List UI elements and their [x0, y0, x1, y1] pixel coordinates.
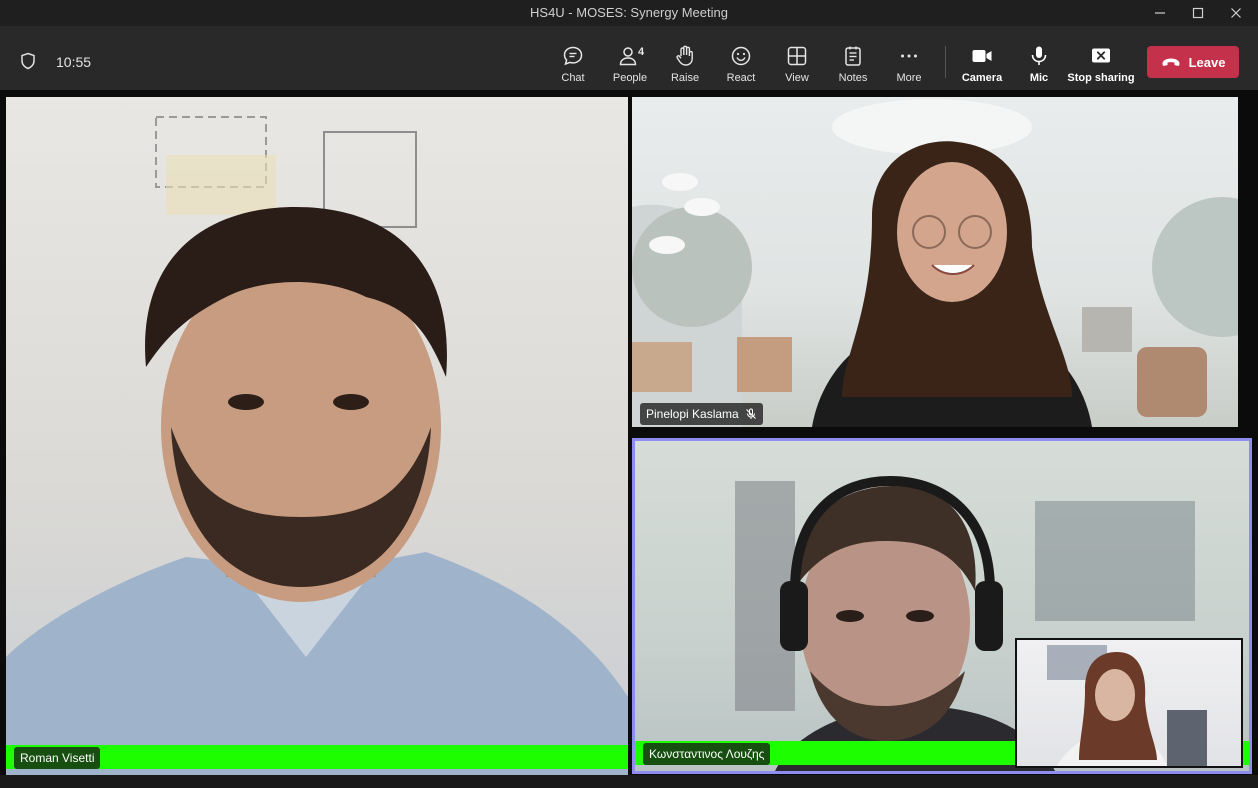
video-stage: Roman Visetti Pinelopi Kaslama Κωνσταντι… — [0, 90, 1258, 788]
grid-view-icon — [787, 46, 807, 66]
people-label: People — [612, 72, 648, 84]
participant-name-tag: Roman Visetti — [14, 747, 101, 769]
participant-video-pinelopi — [632, 99, 1238, 427]
hang-up-icon — [1162, 58, 1180, 66]
people-icon — [619, 47, 637, 66]
stop-sharing-label: Stop sharing — [1067, 72, 1135, 84]
mic-button[interactable]: Mic — [1024, 44, 1054, 88]
self-view-video[interactable] — [1015, 638, 1243, 768]
chat-label: Chat — [561, 72, 585, 84]
camera-label: Camera — [961, 72, 1003, 84]
chat-button[interactable]: Chat — [558, 44, 588, 88]
participant-video-roman — [6, 116, 628, 775]
mic-label: Mic — [1029, 72, 1049, 84]
video-camera-icon — [972, 50, 992, 62]
chat-icon — [563, 46, 583, 66]
smiley-icon — [731, 46, 751, 66]
title-bar: HS4U - MOSES: Synergy Meeting — [0, 0, 1258, 26]
camera-button[interactable]: Camera — [962, 44, 1002, 88]
meeting-time: 10:55 — [56, 54, 92, 70]
notes-icon — [845, 46, 861, 66]
more-label: More — [896, 72, 922, 84]
more-dots-icon — [901, 54, 917, 58]
raise-hand-button[interactable]: Raise — [670, 44, 700, 88]
participant-tile-roman[interactable]: Roman Visetti — [6, 97, 628, 775]
window-title: HS4U - MOSES: Synergy Meeting — [530, 5, 728, 20]
notes-button[interactable]: Notes — [838, 44, 868, 88]
people-button[interactable]: 4 People — [610, 44, 650, 88]
participant-name: Roman Visetti — [20, 751, 95, 765]
status-strip — [0, 775, 1258, 788]
view-label: View — [785, 72, 809, 84]
participant-name-tag: Κωνσταντινος Λουζης — [643, 743, 771, 765]
participant-name: Κωνσταντινος Λουζης — [649, 747, 765, 761]
people-count-badge: 4 — [637, 46, 645, 58]
stop-sharing-icon — [1092, 48, 1110, 63]
participant-tile-konstantinos[interactable]: Κωνσταντινος Λουζης — [632, 438, 1252, 774]
close-icon[interactable] — [1214, 0, 1258, 26]
participant-tile-pinelopi[interactable]: Pinelopi Kaslama — [632, 97, 1238, 427]
shield-icon[interactable] — [19, 52, 37, 70]
raise-label: Raise — [670, 72, 700, 84]
participant-name-tag: Pinelopi Kaslama — [640, 403, 763, 425]
raise-hand-icon — [676, 45, 693, 66]
react-button[interactable]: React — [726, 44, 756, 88]
leave-button[interactable]: Leave — [1147, 46, 1239, 78]
react-label: React — [726, 72, 756, 84]
self-view-image — [1047, 645, 1207, 766]
more-button[interactable]: More — [894, 44, 924, 88]
participant-name: Pinelopi Kaslama — [646, 407, 739, 421]
leave-label: Leave — [1188, 54, 1226, 70]
view-button[interactable]: View — [782, 44, 812, 88]
mic-muted-icon — [745, 408, 756, 419]
microphone-icon — [1031, 46, 1047, 65]
toolbar-divider — [945, 46, 946, 78]
notes-label: Notes — [838, 72, 868, 84]
stop-sharing-button[interactable]: Stop sharing — [1067, 44, 1135, 88]
